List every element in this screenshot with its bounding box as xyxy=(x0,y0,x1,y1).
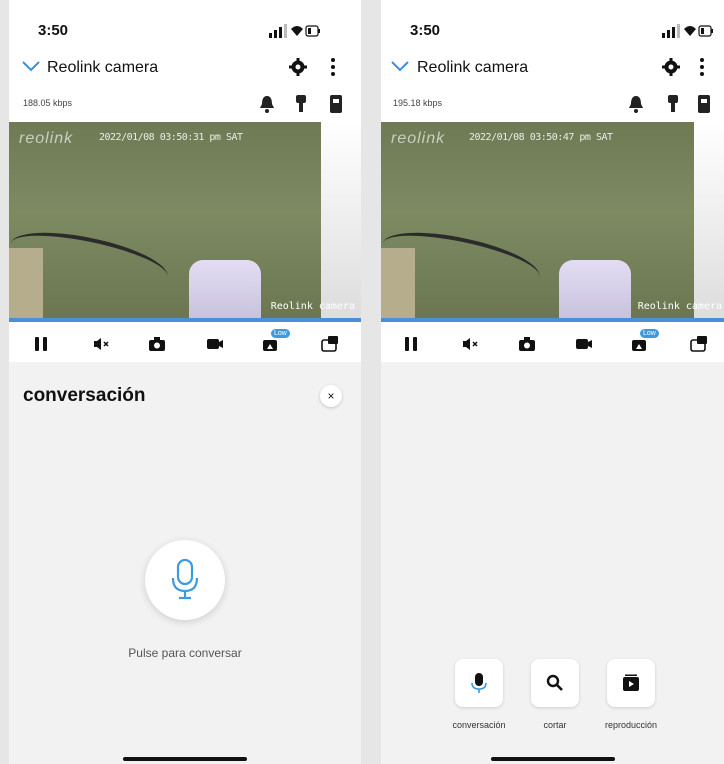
playback-action-button[interactable] xyxy=(607,659,655,707)
pause-icon[interactable] xyxy=(401,334,421,354)
feed-chair xyxy=(559,260,631,318)
talk-panel-title: conversación xyxy=(23,385,146,406)
stream-progress-bar xyxy=(9,318,361,322)
close-icon: × xyxy=(327,389,335,403)
record-video-icon[interactable] xyxy=(574,334,594,354)
alarm-bell-icon[interactable] xyxy=(258,94,276,114)
clip-action-button[interactable] xyxy=(531,659,579,707)
search-icon xyxy=(546,674,563,691)
fullscreen-icon[interactable] xyxy=(689,334,709,354)
osd-timestamp: 2022/01/08 03:50:31 pm SAT xyxy=(99,132,243,143)
fullscreen-icon[interactable] xyxy=(320,334,340,354)
pause-icon[interactable] xyxy=(31,334,51,354)
playback-icon xyxy=(623,674,639,691)
playback-action-label: reproducción xyxy=(604,720,658,730)
floodlight-icon[interactable] xyxy=(292,94,310,114)
talk-action-button[interactable] xyxy=(455,659,503,707)
feed-window xyxy=(694,122,724,318)
bitrate-readout: 188.05 kbps xyxy=(23,98,73,108)
snapshot-camera-icon[interactable] xyxy=(517,334,537,354)
home-indicator[interactable] xyxy=(491,757,615,761)
status-bar: 3:50 xyxy=(9,0,361,50)
quality-badge: Low xyxy=(640,329,659,338)
snapshot-camera-icon[interactable] xyxy=(147,334,167,354)
doorbell-icon[interactable] xyxy=(695,94,713,114)
camera-nav-bar: Reolink camera xyxy=(381,50,724,86)
reolink-watermark: reolink xyxy=(19,130,74,147)
floodlight-icon[interactable] xyxy=(664,94,682,114)
status-icons xyxy=(269,24,320,38)
doorbell-icon[interactable] xyxy=(327,94,345,114)
video-toolbar: Low xyxy=(9,326,361,362)
more-menu-icon[interactable] xyxy=(698,56,706,78)
right-phone-screen: 3:50 Reolink camera 195.18 kbps reolink … xyxy=(381,0,724,764)
stream-progress-bar xyxy=(381,318,724,322)
osd-camera-name: Reolink camera xyxy=(637,301,722,312)
osd-timestamp: 2022/01/08 03:50:47 pm SAT xyxy=(469,132,613,143)
status-bar: 3:50 xyxy=(381,0,724,50)
chevron-down-icon[interactable] xyxy=(390,58,410,74)
left-phone-screen: 3:50 Reolink camera 188.05 kbps reolink … xyxy=(9,0,361,764)
chevron-down-icon[interactable] xyxy=(21,58,41,74)
alarm-bell-icon[interactable] xyxy=(627,94,645,114)
record-video-icon[interactable] xyxy=(205,334,225,354)
mute-icon[interactable] xyxy=(460,334,480,354)
push-to-talk-button[interactable] xyxy=(145,540,225,620)
quality-badge: Low xyxy=(271,329,290,338)
live-video-feed[interactable]: reolink 2022/01/08 03:50:47 pm SAT Reoli… xyxy=(381,122,724,322)
more-menu-icon[interactable] xyxy=(329,56,337,78)
camera-nav-bar: Reolink camera xyxy=(9,50,361,86)
feed-chair xyxy=(189,260,261,318)
status-icons xyxy=(662,24,713,38)
home-indicator[interactable] xyxy=(123,757,247,761)
osd-camera-name: Reolink camera xyxy=(270,301,355,312)
bitrate-readout: 195.18 kbps xyxy=(393,98,443,108)
camera-title[interactable]: Reolink camera xyxy=(47,59,158,77)
gear-icon[interactable] xyxy=(288,57,308,77)
live-video-feed[interactable]: reolink 2022/01/08 03:50:31 pm SAT Reoli… xyxy=(9,122,361,322)
video-toolbar: Low xyxy=(381,326,724,362)
mute-icon[interactable] xyxy=(91,334,111,354)
microphone-icon xyxy=(171,558,199,600)
gear-icon[interactable] xyxy=(661,57,681,77)
status-time: 3:50 xyxy=(410,22,441,39)
push-to-talk-label: Pulse para conversar xyxy=(128,646,242,660)
reolink-watermark: reolink xyxy=(391,130,446,147)
status-time: 3:50 xyxy=(38,22,69,39)
camera-title[interactable]: Reolink camera xyxy=(417,59,528,77)
microphone-icon xyxy=(471,673,487,693)
feed-window xyxy=(321,122,361,318)
close-button[interactable]: × xyxy=(320,385,342,407)
